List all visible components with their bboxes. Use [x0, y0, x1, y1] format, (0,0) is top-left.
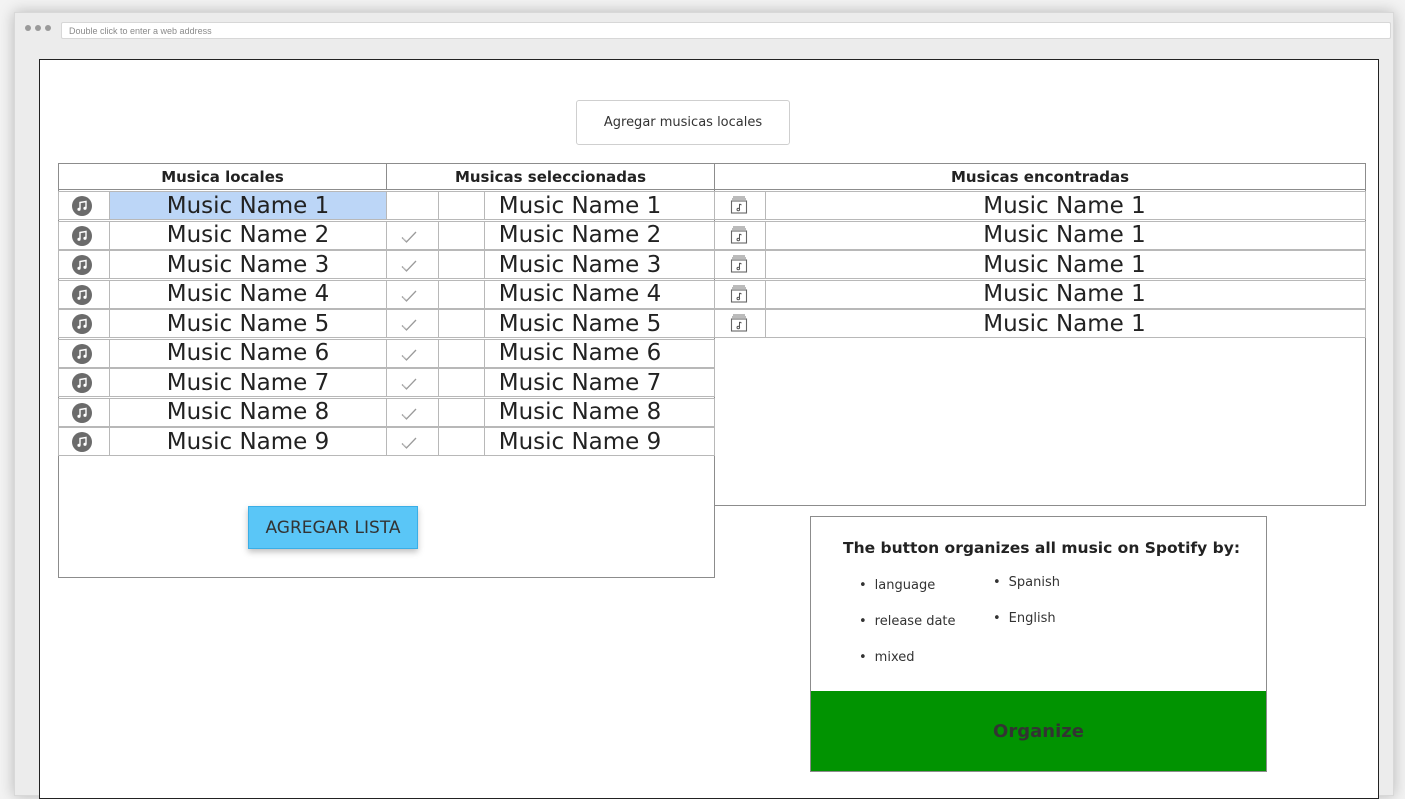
checkmark-icon[interactable]	[400, 259, 418, 278]
track-name: Music Name 1	[983, 222, 1146, 248]
window-dot[interactable]	[45, 25, 51, 31]
cell-divider	[438, 428, 439, 455]
track-name: Music Name 1	[983, 281, 1146, 307]
album-icon	[729, 195, 749, 220]
track-name: Music Name 7	[166, 369, 330, 396]
cell-divider	[438, 221, 439, 249]
selected-track-row[interactable]: Music Name 2	[386, 220, 715, 250]
album-icon	[729, 225, 749, 250]
track-name: Music Name 4	[166, 281, 330, 307]
checkmark-icon[interactable]	[400, 289, 418, 308]
local-track-row[interactable]: Music Name 3	[58, 250, 387, 279]
music-note-icon	[72, 196, 92, 216]
criteria-item: release date	[859, 614, 956, 629]
track-name: Music Name 7	[498, 369, 662, 396]
organize-card: The button organizes all music on Spotif…	[810, 516, 1267, 772]
found-track-row[interactable]: Music Name 1	[714, 191, 1366, 220]
organize-title: The button organizes all music on Spotif…	[843, 539, 1241, 557]
track-name: Music Name 6	[498, 340, 662, 366]
track-name: Music Name 1	[110, 192, 386, 219]
selected-track-row[interactable]: Music Name 3	[386, 250, 715, 279]
track-name: Music Name 1	[983, 251, 1146, 278]
track-name: Music Name 4	[498, 281, 662, 307]
found-track-row[interactable]: Music Name 1	[714, 279, 1366, 309]
add-local-music-button[interactable]: Agregar musicas locales	[576, 100, 790, 145]
track-name: Music Name 6	[166, 340, 330, 366]
track-name: Music Name 2	[166, 222, 330, 248]
local-track-row[interactable]: Music Name 4	[58, 279, 387, 309]
cell-divider	[438, 398, 439, 426]
music-note-icon	[72, 373, 92, 393]
local-track-row[interactable]: Music Name 9	[58, 427, 387, 456]
window-dot[interactable]	[25, 25, 31, 31]
selected-track-row[interactable]: Music Name 1	[386, 191, 715, 220]
album-icon	[729, 284, 749, 309]
track-name: Music Name 3	[498, 251, 662, 278]
found-track-row[interactable]: Music Name 1	[714, 220, 1366, 250]
track-name: Music Name 9	[166, 428, 330, 455]
music-note-icon	[72, 255, 92, 275]
selected-header: Musicas seleccionadas	[386, 163, 715, 190]
checkmark-icon[interactable]	[400, 377, 418, 396]
track-name: Music Name 2	[498, 222, 662, 248]
track-name: Music Name 1	[983, 310, 1146, 337]
cell-divider	[438, 339, 439, 367]
music-note-icon	[72, 343, 92, 364]
album-icon	[729, 313, 749, 338]
selected-track-row[interactable]: Music Name 6	[386, 338, 715, 368]
music-note-icon	[72, 402, 92, 423]
selected-track-row[interactable]: Music Name 5	[386, 309, 715, 338]
cell-divider	[438, 192, 439, 219]
found-track-row[interactable]: Music Name 1	[714, 250, 1366, 279]
checkmark-icon[interactable]	[400, 318, 418, 337]
track-name: Music Name 5	[498, 310, 662, 337]
selected-track-row[interactable]: Music Name 8	[386, 397, 715, 427]
music-note-icon	[72, 284, 92, 305]
checkmark-icon[interactable]	[400, 407, 418, 426]
checkmark-icon[interactable]	[400, 436, 418, 455]
selected-track-row[interactable]: Music Name 4	[386, 279, 715, 309]
local-track-row[interactable]: Music Name 1	[58, 191, 387, 220]
selected-track-row[interactable]: Music Name 9	[386, 427, 715, 456]
organize-button[interactable]: Organize	[811, 691, 1266, 771]
add-list-button[interactable]: AGREGAR LISTA	[248, 506, 418, 549]
window-dot[interactable]	[35, 25, 41, 31]
cell-divider	[438, 369, 439, 396]
criteria-item: mixed	[859, 650, 915, 665]
found-track-row[interactable]: Music Name 1	[714, 309, 1366, 338]
address-bar[interactable]: Double click to enter a web address	[61, 22, 1391, 39]
window-controls[interactable]	[25, 25, 51, 31]
checkmark-icon[interactable]	[400, 230, 418, 249]
album-icon	[729, 254, 749, 279]
local-header: Musica locales	[58, 163, 387, 190]
cell-divider	[438, 310, 439, 337]
local-track-row[interactable]: Music Name 2	[58, 220, 387, 250]
browser-topbar: Double click to enter a web address	[15, 13, 1393, 43]
music-note-icon	[72, 225, 92, 246]
cell-divider	[438, 251, 439, 278]
cell-divider	[438, 280, 439, 308]
checkmark-icon[interactable]	[400, 348, 418, 367]
track-name: Music Name 5	[166, 310, 330, 337]
local-track-row[interactable]: Music Name 7	[58, 368, 387, 397]
track-name: Music Name 8	[498, 399, 662, 425]
local-track-row[interactable]: Music Name 8	[58, 397, 387, 427]
local-track-row[interactable]: Music Name 6	[58, 338, 387, 368]
language-item: English	[993, 611, 1056, 626]
music-note-icon	[72, 432, 92, 452]
language-item: Spanish	[993, 575, 1060, 590]
local-track-row[interactable]: Music Name 5	[58, 309, 387, 338]
track-name: Music Name 1	[498, 192, 662, 219]
track-name: Music Name 1	[983, 192, 1146, 219]
music-note-icon	[72, 314, 92, 334]
track-name: Music Name 3	[166, 251, 330, 278]
selected-track-row[interactable]: Music Name 7	[386, 368, 715, 397]
track-name: Music Name 9	[498, 428, 662, 455]
criteria-item: language	[859, 578, 936, 593]
track-name: Music Name 8	[166, 399, 330, 425]
found-header: Musicas encontradas	[714, 163, 1366, 190]
